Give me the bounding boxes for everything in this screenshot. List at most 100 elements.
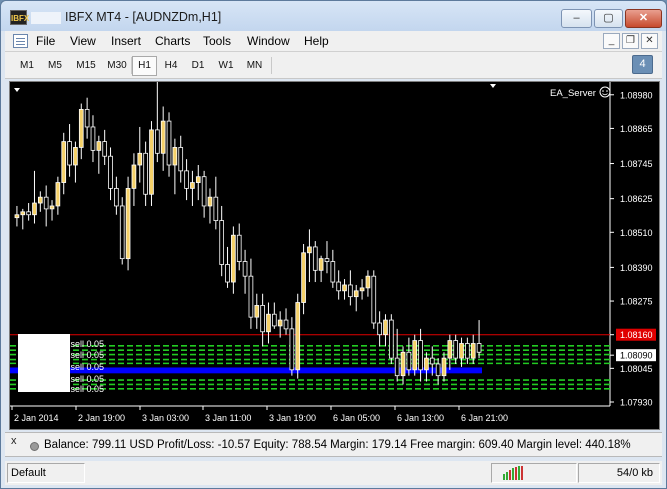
time-label: 6 Jan 21:00 (461, 413, 508, 423)
candle-body (295, 302, 301, 371)
time-label: 6 Jan 13:00 (397, 413, 444, 423)
candle-body (266, 313, 271, 333)
redacted-account (31, 12, 61, 24)
candle-body (429, 357, 435, 365)
candle-body (283, 319, 289, 330)
candle-body (236, 234, 242, 262)
close-icon[interactable]: x (11, 435, 17, 447)
candle-body (289, 328, 295, 371)
candle-body (324, 258, 330, 262)
candle-body (20, 211, 26, 216)
candle-body (96, 141, 102, 151)
candle-body (213, 196, 219, 221)
candle-body (137, 152, 143, 166)
price-label: 1.08625 (620, 194, 653, 204)
menu-view[interactable]: View (70, 34, 96, 48)
candle-body (154, 129, 160, 154)
title-bar[interactable]: IBFX IBFX MT4 - [AUDNZDm,H1] – ▢ ✕ (1, 1, 666, 31)
account-summary-text: Balance: 799.11 USD Profit/Loss: -10.57 … (44, 439, 631, 451)
candle-body (61, 141, 67, 183)
candle-body (32, 202, 37, 216)
smiley-eye (606, 90, 608, 92)
candle-body (125, 188, 131, 260)
price-label: 1.08510 (620, 228, 653, 238)
candle-body (248, 275, 254, 318)
candle-body (383, 319, 388, 336)
menu-file[interactable]: File (36, 34, 55, 48)
candle-body (114, 188, 119, 207)
candle-body (219, 220, 225, 265)
chart-window[interactable]: sell 0.05 sell 0.05 sell 0.05 sell 0.05 sell… (9, 81, 660, 430)
candle-body (400, 351, 406, 377)
candle-body (447, 340, 453, 359)
candle-body (388, 319, 394, 359)
menu-charts[interactable]: Charts (155, 34, 190, 48)
candle-body (201, 176, 207, 207)
menu-insert[interactable]: Insert (111, 34, 141, 48)
candle-body (149, 129, 154, 195)
mdi-restore-button[interactable]: ❐ (622, 33, 639, 49)
timeframe-m30[interactable]: M30 (102, 56, 132, 76)
timeframe-m5[interactable]: M5 (42, 56, 68, 76)
price-label: 1.08390 (620, 263, 653, 273)
smiley-eye (602, 90, 604, 92)
price-label: 1.08275 (620, 297, 653, 307)
candle-body (26, 211, 31, 216)
status-dot-icon (30, 442, 39, 451)
order-label: sell 0.05 (70, 362, 104, 372)
candle-body (90, 126, 96, 151)
app-logo-icon: IBFX (10, 10, 29, 25)
profile-name[interactable]: Default (7, 463, 85, 483)
order-label: sell 0.05 (70, 339, 104, 349)
candle-body (465, 343, 470, 359)
menu-tools[interactable]: Tools (203, 34, 231, 48)
candle-body (43, 196, 49, 210)
candle-body (435, 363, 441, 377)
connection-signal-icon (503, 466, 525, 480)
candle-body (49, 205, 55, 210)
timeframe-h4[interactable]: H4 (158, 56, 184, 76)
minimize-button[interactable]: – (561, 9, 592, 28)
candle-body (67, 141, 72, 166)
timeframe-m15[interactable]: M15 (71, 56, 101, 76)
status-bar: Default 54/0 kb (5, 461, 662, 485)
candle-body (172, 147, 178, 166)
candle-body (131, 164, 137, 189)
menu-window[interactable]: Window (247, 34, 290, 48)
notification-badge[interactable]: 4 (632, 55, 653, 74)
candle-body (178, 147, 184, 172)
time-label: 3 Jan 03:00 (142, 413, 189, 423)
timeframe-d1[interactable]: D1 (185, 56, 211, 76)
menu-help[interactable]: Help (304, 34, 329, 48)
candle-body (73, 147, 78, 166)
candle-body (377, 322, 382, 336)
traffic-counter: 54/0 kb (578, 463, 660, 483)
candle-body (102, 141, 108, 157)
candle-body (37, 196, 43, 204)
terminal-window: IBFX IBFX MT4 - [AUDNZDm,H1] – ▢ ✕ File … (0, 0, 667, 489)
candle-body (418, 340, 423, 371)
timeframe-m1[interactable]: M1 (14, 56, 40, 76)
candle-body (190, 182, 195, 189)
maximize-button[interactable]: ▢ (594, 9, 623, 28)
candle-body (476, 343, 482, 353)
timeframe-h1[interactable]: H1 (132, 56, 157, 76)
price-chart[interactable]: sell 0.05sell 0.05sell 0.05sell 0.05sell… (10, 82, 659, 429)
timeframe-mn[interactable]: MN (241, 56, 268, 76)
candle-body (195, 176, 201, 183)
expert-advisor-label: EA_Server (550, 88, 596, 99)
mdi-minimize-button[interactable]: _ (603, 33, 620, 49)
time-label: 6 Jan 05:00 (333, 413, 380, 423)
timeframe-toolbar: M1 M5 M15 M30 H1 H4 D1 W1 MN 4 (5, 52, 662, 79)
candle-body (307, 246, 312, 254)
candle-body (260, 305, 265, 333)
time-label: 3 Jan 19:00 (269, 413, 316, 423)
candle-body (166, 120, 172, 166)
price-label: 1.08980 (620, 90, 653, 100)
timeframe-w1[interactable]: W1 (213, 56, 239, 76)
order-label: sell 0.05 (70, 374, 104, 384)
chart-window-menu-icon[interactable] (13, 34, 28, 48)
candle-body (207, 196, 213, 207)
mdi-close-button[interactable]: ✕ (641, 33, 658, 49)
close-button[interactable]: ✕ (625, 9, 662, 28)
